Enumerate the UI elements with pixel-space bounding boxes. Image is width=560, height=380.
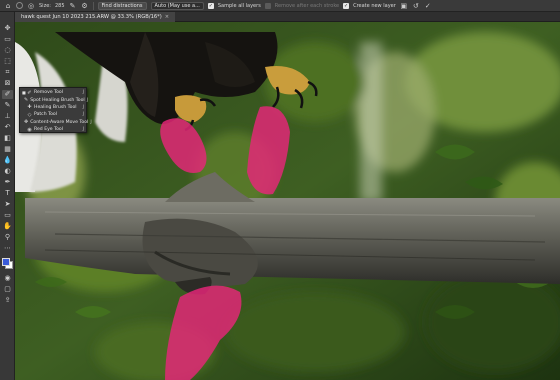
- crop-tool-icon[interactable]: ⌗: [2, 68, 13, 77]
- document-tab-title: hawk quest Jun 10 2023 215.ARW @ 33.3% (…: [21, 14, 162, 20]
- hand-tool-icon[interactable]: ✋: [2, 222, 13, 231]
- undo-icon[interactable]: ↺: [412, 2, 420, 10]
- pressure-size-icon[interactable]: ✎: [69, 2, 77, 10]
- document-tab[interactable]: hawk quest Jun 10 2023 215.ARW @ 33.3% (…: [15, 12, 176, 22]
- dodge-tool-icon[interactable]: ◐: [2, 167, 13, 176]
- remove-after-stroke-checkbox[interactable]: [264, 2, 271, 9]
- sample-all-layers-label: Sample all layers: [217, 2, 261, 9]
- comment-icon[interactable]: ▣: [400, 2, 408, 10]
- object-selection-icon[interactable]: ⬚: [2, 57, 13, 66]
- divider: [92, 1, 94, 10]
- pen-tool-icon[interactable]: ✒: [2, 178, 13, 187]
- brush-tool-icon[interactable]: ✎: [2, 101, 13, 110]
- share-icon[interactable]: ⇪: [2, 296, 13, 305]
- flyout-item-content-aware-move[interactable]: ✥ Content-Aware Move Tool J: [20, 119, 92, 126]
- photo: [15, 22, 560, 380]
- create-new-layer-checkbox[interactable]: ✓: [343, 2, 350, 9]
- remove-tool-icon[interactable]: ✐: [2, 90, 13, 99]
- flyout-item-healing-brush[interactable]: ✚ Healing Brush Tool J: [20, 104, 86, 111]
- flyout-item-label: Content-Aware Move Tool: [30, 119, 89, 125]
- more-tools-icon[interactable]: ⋯: [2, 244, 13, 253]
- flyout-item-label: Remove Tool: [34, 90, 64, 96]
- remove-after-stroke-label: Remove after each stroke: [274, 2, 340, 9]
- mode-select[interactable]: Auto (May use a...: [150, 1, 204, 10]
- flyout-item-label: Patch Tool: [34, 112, 57, 118]
- flyout-item-shortcut: J: [82, 112, 84, 118]
- rectangle-tool-icon[interactable]: ▭: [2, 211, 13, 220]
- type-tool-icon[interactable]: T: [2, 189, 13, 198]
- gear-icon[interactable]: ⚙: [81, 2, 89, 10]
- flyout-item-shortcut: J: [86, 97, 89, 103]
- quick-mask-icon[interactable]: ◉: [2, 274, 13, 283]
- flyout-item-shortcut: J: [82, 104, 84, 110]
- size-label: Size:: [39, 2, 51, 9]
- path-selection-icon[interactable]: ➤: [2, 200, 13, 209]
- content-aware-move-icon: ✥: [24, 119, 29, 126]
- red-eye-icon: ◉: [27, 126, 32, 133]
- flyout-item-shortcut: J: [82, 127, 84, 133]
- gradient-tool-icon[interactable]: ▦: [2, 145, 13, 154]
- healing-brush-icon: ✚: [27, 104, 32, 111]
- document-tab-bar: hawk quest Jun 10 2023 215.ARW @ 33.3% (…: [15, 12, 560, 22]
- close-icon[interactable]: ×: [165, 14, 169, 20]
- flyout-item-patch[interactable]: ◇ Patch Tool J: [20, 111, 86, 118]
- flyout-item-spot-healing[interactable]: ✎ Spot Healing Brush Tool J: [20, 96, 88, 104]
- move-tool-icon[interactable]: ✥: [2, 24, 13, 33]
- lasso-tool-icon[interactable]: ◌: [2, 46, 13, 55]
- spot-healing-icon: ✎: [24, 97, 29, 104]
- frame-tool-icon[interactable]: ⊠: [2, 79, 13, 88]
- clone-stamp-icon[interactable]: ⊥: [2, 112, 13, 121]
- flyout-item-remove-tool[interactable]: ■ ✐ Remove Tool J: [20, 89, 86, 96]
- flyout-item-label: Healing Brush Tool: [34, 104, 77, 110]
- flyout-item-red-eye[interactable]: ◉ Red Eye Tool J: [20, 126, 86, 133]
- options-bar: ⌂ ◎ Size: 285 ✎ ⚙ Find distractions Auto…: [0, 0, 560, 12]
- tools-panel: ✥ ▭ ◌ ⬚ ⌗ ⊠ ✐ ✎ ⊥ ↶ ◧ ▦ 💧 ◐ ✒ T ➤ ▭ ✋ ⚲ …: [0, 12, 15, 380]
- screen-mode-icon[interactable]: ▢: [2, 285, 13, 294]
- selected-indicator-icon: ■: [22, 90, 26, 96]
- flyout-item-shortcut: J: [82, 90, 84, 96]
- flyout-item-label: Red Eye Tool: [34, 127, 64, 133]
- commit-check-icon[interactable]: ✓: [424, 2, 432, 10]
- image-canvas[interactable]: [15, 22, 560, 380]
- sample-all-layers-checkbox[interactable]: ✓: [207, 2, 214, 9]
- remove-tool-icon: ✐: [27, 89, 32, 96]
- blur-tool-icon[interactable]: 💧: [2, 156, 13, 165]
- artboard-tool-icon[interactable]: ▭: [2, 35, 13, 44]
- flyout-item-label: Spot Healing Brush Tool: [30, 97, 85, 103]
- home-icon[interactable]: ⌂: [4, 2, 12, 10]
- flyout-item-shortcut: J: [90, 119, 92, 125]
- patch-tool-icon: ◇: [27, 111, 32, 118]
- healing-tools-flyout: ■ ✐ Remove Tool J ✎ Spot Healing Brush T…: [19, 87, 92, 133]
- find-distractions-button[interactable]: Find distractions: [97, 1, 147, 10]
- brush-settings-icon[interactable]: ◎: [27, 2, 35, 10]
- zoom-tool-icon[interactable]: ⚲: [2, 233, 13, 242]
- history-brush-icon[interactable]: ↶: [2, 123, 13, 132]
- eraser-tool-icon[interactable]: ◧: [2, 134, 13, 143]
- foreground-color-fill: [2, 258, 10, 266]
- size-value[interactable]: 285: [55, 3, 65, 9]
- tool-preset-icon[interactable]: [16, 2, 23, 9]
- create-new-layer-label: Create new layer: [353, 2, 396, 9]
